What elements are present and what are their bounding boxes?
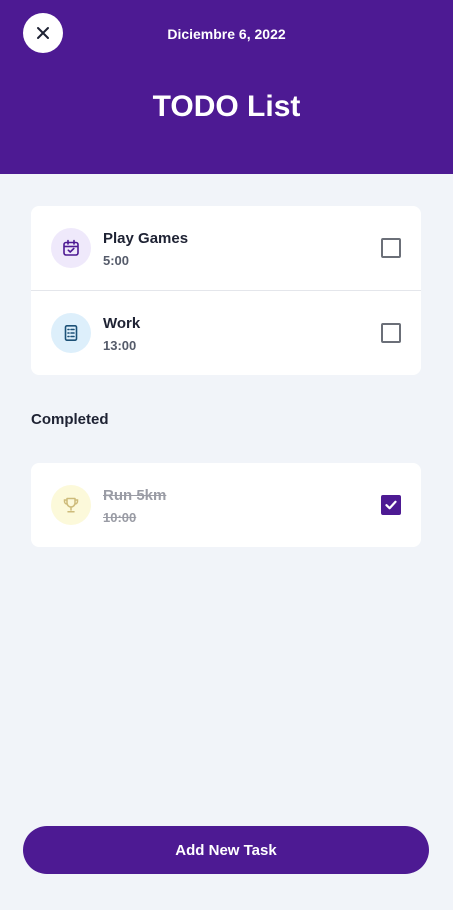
document-list-icon <box>51 313 91 353</box>
page-title: TODO List <box>152 90 301 123</box>
task-item-work[interactable]: Work 13:00 <box>31 290 421 375</box>
task-time: 5:00 <box>103 253 130 268</box>
task-checkbox-checked[interactable] <box>381 495 401 515</box>
completed-section-label: Completed <box>31 411 109 428</box>
header-date: Diciembre 6, 2022 <box>167 26 286 42</box>
task-name: Work <box>103 315 141 332</box>
calendar-check-icon <box>51 228 91 268</box>
task-checkbox[interactable] <box>381 323 401 343</box>
trophy-icon <box>51 485 91 525</box>
task-name: Play Games <box>103 230 189 247</box>
header: Diciembre 6, 2022 TODO List <box>0 0 453 174</box>
add-new-task-button[interactable]: Add New Task <box>23 826 429 874</box>
completed-task-list: Run 5km 10:00 <box>31 463 421 547</box>
checkmark-icon <box>385 500 397 510</box>
task-name: Run 5km <box>103 487 167 504</box>
task-time: 10:00 <box>103 510 137 525</box>
task-list: Play Games 5:00 Work 13:00 <box>31 206 421 375</box>
task-item-run-5km[interactable]: Run 5km 10:00 <box>31 463 421 547</box>
todo-app-screen: Diciembre 6, 2022 TODO List Play Games 5… <box>0 0 453 910</box>
task-checkbox[interactable] <box>381 238 401 258</box>
task-time: 13:00 <box>103 338 137 353</box>
task-item-play-games[interactable]: Play Games 5:00 <box>31 206 421 290</box>
